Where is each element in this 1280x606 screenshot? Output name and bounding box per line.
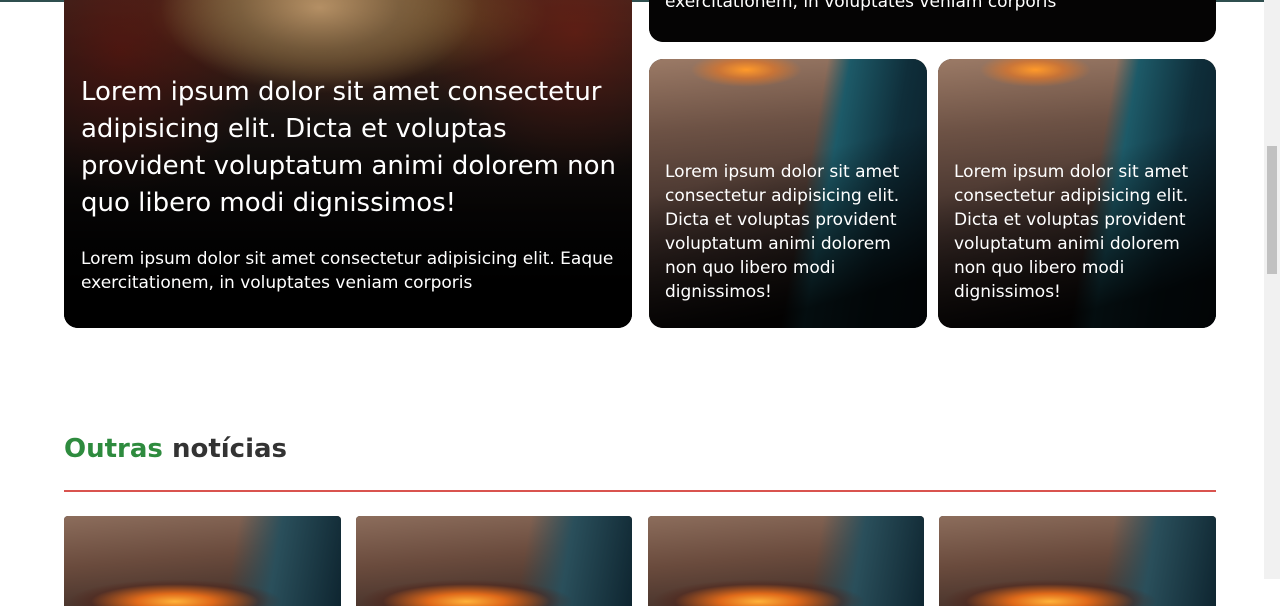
news-card-image — [64, 516, 341, 606]
featured-top-right-card[interactable]: exercitationem, in voluptates veniam cor… — [649, 0, 1216, 42]
featured-small-card[interactable]: Lorem ipsum dolor sit amet consectetur a… — [938, 59, 1216, 328]
section-heading-rest: notícias — [171, 434, 288, 464]
news-card[interactable] — [64, 516, 341, 606]
section-heading: Outras notícias — [64, 434, 287, 464]
news-card-image — [939, 516, 1216, 606]
featured-small-title[interactable]: Lorem ipsum dolor sit amet consectetur a… — [954, 160, 1204, 304]
featured-main-text: Lorem ipsum dolor sit amet consectetur a… — [81, 249, 614, 293]
news-card[interactable] — [356, 516, 632, 606]
featured-top-right-text: exercitationem, in voluptates veniam cor… — [665, 0, 1057, 12]
featured-small-title[interactable]: Lorem ipsum dolor sit amet consectetur a… — [665, 160, 915, 304]
section-divider — [64, 490, 1216, 492]
news-card-image — [648, 516, 924, 606]
news-card-image — [356, 516, 632, 606]
featured-main-card[interactable]: Lorem ipsum dolor sit amet consectetur a… — [64, 0, 632, 328]
section-heading-accent: Outras — [64, 434, 163, 464]
scrollbar-track[interactable] — [1264, 0, 1280, 579]
featured-main-title[interactable]: Lorem ipsum dolor sit amet consectetur a… — [81, 74, 621, 222]
scrollbar-thumb[interactable] — [1267, 146, 1277, 274]
news-card[interactable] — [648, 516, 924, 606]
featured-small-card[interactable]: Lorem ipsum dolor sit amet consectetur a… — [649, 59, 927, 328]
news-card[interactable] — [939, 516, 1216, 606]
